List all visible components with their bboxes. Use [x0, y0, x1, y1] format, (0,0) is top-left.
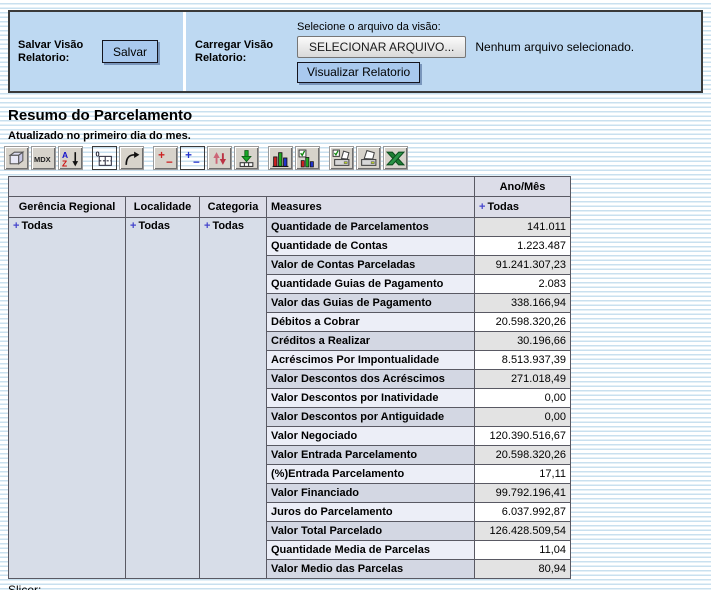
- row-member-cell[interactable]: +Todas: [200, 218, 267, 579]
- svg-text:MDX: MDX: [34, 155, 51, 164]
- svg-text:Z: Z: [62, 158, 67, 168]
- show-chart-icon[interactable]: [268, 146, 293, 170]
- measure-value-cell: 17,11: [475, 465, 571, 484]
- table-row: +Todas+Todas+TodasQuantidade de Parcelam…: [9, 218, 571, 237]
- svg-text:+: +: [185, 149, 192, 162]
- measure-label-cell: Valor de Contas Parceladas: [267, 256, 475, 275]
- measure-value-cell: 6.037.992,87: [475, 503, 571, 522]
- file-prompt-label: Selecione o arquivo da visão:: [297, 21, 441, 33]
- select-file-button[interactable]: SELECIONAR ARQUIVO...: [297, 36, 466, 58]
- measure-value-cell: 126.428.509,54: [475, 522, 571, 541]
- measure-value-cell: 20.598.320,26: [475, 446, 571, 465]
- column-member-label: Todas: [487, 201, 519, 213]
- measure-label-cell: Créditos a Realizar: [267, 332, 475, 351]
- measure-label-cell: Quantidade de Contas: [267, 237, 475, 256]
- column-member-cell[interactable]: +Todas: [475, 197, 571, 218]
- page-subtitle: Atualizado no primeiro dia do mes.: [8, 130, 711, 142]
- expand-plus-icon[interactable]: +: [479, 201, 485, 213]
- pivot-toolbar: MDX A Z 0 + − + −: [4, 146, 711, 170]
- export-excel-icon[interactable]: [383, 146, 408, 170]
- cube-navigator-icon[interactable]: [4, 146, 29, 170]
- report-view-panel: Salvar Visão Relatorio: Salvar Carregar …: [8, 10, 703, 93]
- sort-icon[interactable]: A Z: [58, 146, 83, 170]
- load-view-label: Carregar Visão Relatorio:: [195, 39, 285, 65]
- print-icon[interactable]: [356, 146, 381, 170]
- expand-plus-icon[interactable]: +: [204, 220, 210, 232]
- measure-value-cell: 2.083: [475, 275, 571, 294]
- header-row: Gerência Regional Localidade Categoria M…: [9, 197, 571, 218]
- page-title: Resumo do Parcelamento: [8, 107, 711, 124]
- file-status-text: Nenhum arquivo selecionado.: [475, 40, 634, 54]
- svg-text:−: −: [193, 155, 200, 167]
- measure-value-cell: 120.390.516,67: [475, 427, 571, 446]
- measure-label-cell: (%)Entrada Parcelamento: [267, 465, 475, 484]
- measure-value-cell: 141.011: [475, 218, 571, 237]
- measure-label-cell: Valor Descontos por Antiguidade: [267, 408, 475, 427]
- row-member-cell[interactable]: +Todas: [9, 218, 126, 579]
- drill-replace-icon[interactable]: [207, 146, 232, 170]
- measure-label-cell: Acréscimos Por Impontualidade: [267, 351, 475, 370]
- measure-value-cell: 0,00: [475, 389, 571, 408]
- measure-label-cell: Valor Medio das Parcelas: [267, 560, 475, 579]
- view-report-button[interactable]: Visualizar Relatorio: [297, 62, 420, 83]
- drill-position-icon[interactable]: + −: [180, 146, 205, 170]
- save-view-section: Salvar Visão Relatorio: Salvar: [10, 12, 186, 91]
- expand-plus-icon[interactable]: +: [130, 220, 136, 232]
- measure-label-cell: Valor Entrada Parcelamento: [267, 446, 475, 465]
- measure-label-cell: Quantidade Media de Parcelas: [267, 541, 475, 560]
- pivot-head: Ano/Mês Gerência Regional Localidade Cat…: [9, 177, 571, 218]
- measure-value-cell: 338.166,94: [475, 294, 571, 313]
- header-measures: Measures: [267, 197, 475, 218]
- measure-value-cell: 30.196,66: [475, 332, 571, 351]
- chart-config-icon[interactable]: [295, 146, 320, 170]
- corner-cell: [9, 177, 475, 197]
- svg-text:−: −: [166, 155, 173, 167]
- drill-member-icon[interactable]: + −: [153, 146, 178, 170]
- expand-plus-icon[interactable]: +: [13, 220, 19, 232]
- measure-label-cell: Valor Total Parcelado: [267, 522, 475, 541]
- svg-text:+: +: [158, 149, 165, 162]
- measure-label-cell: Valor Financiado: [267, 484, 475, 503]
- measure-label-cell: Valor Descontos dos Acréscimos: [267, 370, 475, 389]
- measure-value-cell: 99.792.196,41: [475, 484, 571, 503]
- measure-label-cell: Quantidade de Parcelamentos: [267, 218, 475, 237]
- pivot-table: Ano/Mês Gerência Regional Localidade Cat…: [8, 176, 571, 579]
- slicer-label: Slicer:: [8, 583, 711, 590]
- measure-value-cell: 271.018,49: [475, 370, 571, 389]
- pivot-body: +Todas+Todas+TodasQuantidade de Parcelam…: [9, 218, 571, 579]
- column-axis-title: Ano/Mês: [475, 177, 571, 197]
- drill-through-icon[interactable]: [234, 146, 259, 170]
- save-view-label: Salvar Visão Relatorio:: [18, 39, 90, 65]
- show-empty-cells-icon[interactable]: 0: [92, 146, 117, 170]
- measure-label-cell: Quantidade Guias de Pagamento: [267, 275, 475, 294]
- print-config-icon[interactable]: [329, 146, 354, 170]
- save-button[interactable]: Salvar: [102, 40, 158, 63]
- measure-value-cell: 91.241.307,23: [475, 256, 571, 275]
- header-gerencia-regional: Gerência Regional: [9, 197, 126, 218]
- measure-label-cell: Valor Negociado: [267, 427, 475, 446]
- measure-label-cell: Valor das Guias de Pagamento: [267, 294, 475, 313]
- swap-axes-icon[interactable]: [119, 146, 144, 170]
- measure-value-cell: 11,04: [475, 541, 571, 560]
- row-member-cell[interactable]: +Todas: [126, 218, 200, 579]
- mdx-editor-icon[interactable]: MDX: [31, 146, 56, 170]
- column-axis-row: Ano/Mês: [9, 177, 571, 197]
- measure-label-cell: Valor Descontos por Inatividade: [267, 389, 475, 408]
- measure-label-cell: Juros do Parcelamento: [267, 503, 475, 522]
- header-categoria: Categoria: [200, 197, 267, 218]
- measure-value-cell: 8.513.937,39: [475, 351, 571, 370]
- header-localidade: Localidade: [126, 197, 200, 218]
- measure-value-cell: 80,94: [475, 560, 571, 579]
- measure-value-cell: 20.598.320,26: [475, 313, 571, 332]
- measure-value-cell: 1.223.487: [475, 237, 571, 256]
- measure-value-cell: 0,00: [475, 408, 571, 427]
- measure-label-cell: Débitos a Cobrar: [267, 313, 475, 332]
- load-view-section: Carregar Visão Relatorio: Selecione o ar…: [186, 12, 701, 91]
